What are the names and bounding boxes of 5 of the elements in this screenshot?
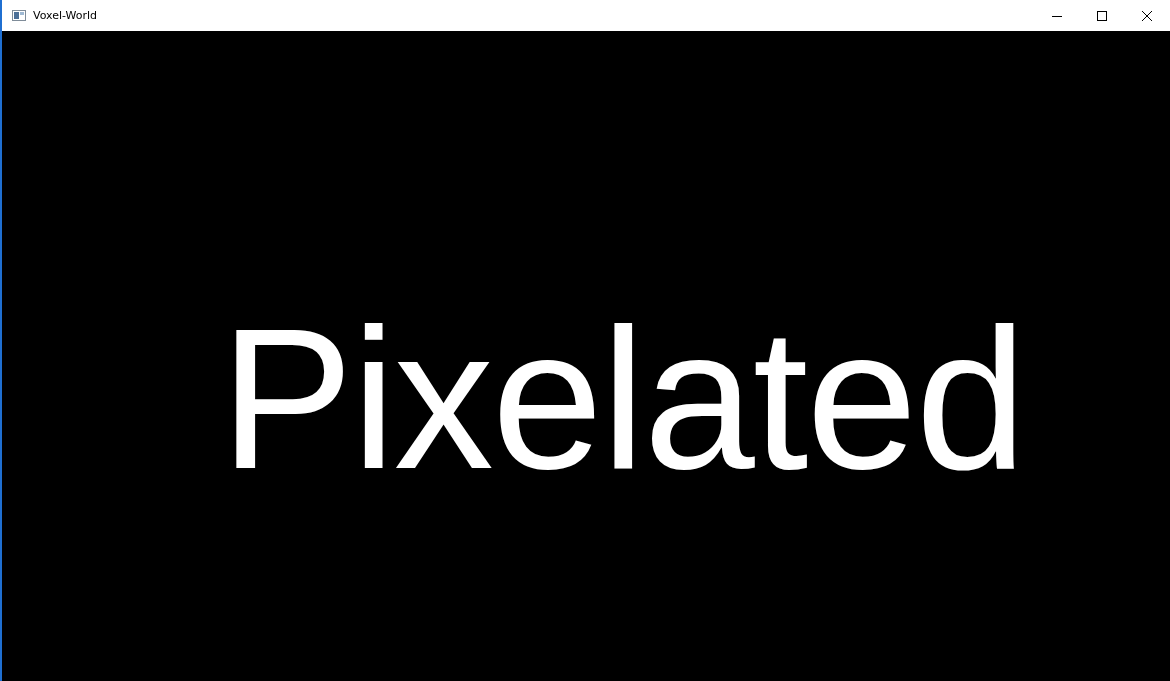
canvas-text: Pixelated [220,299,1025,499]
maximize-icon [1097,10,1107,21]
app-icon [12,10,26,21]
close-icon [1142,10,1152,21]
window-title: Voxel-World [33,9,98,22]
